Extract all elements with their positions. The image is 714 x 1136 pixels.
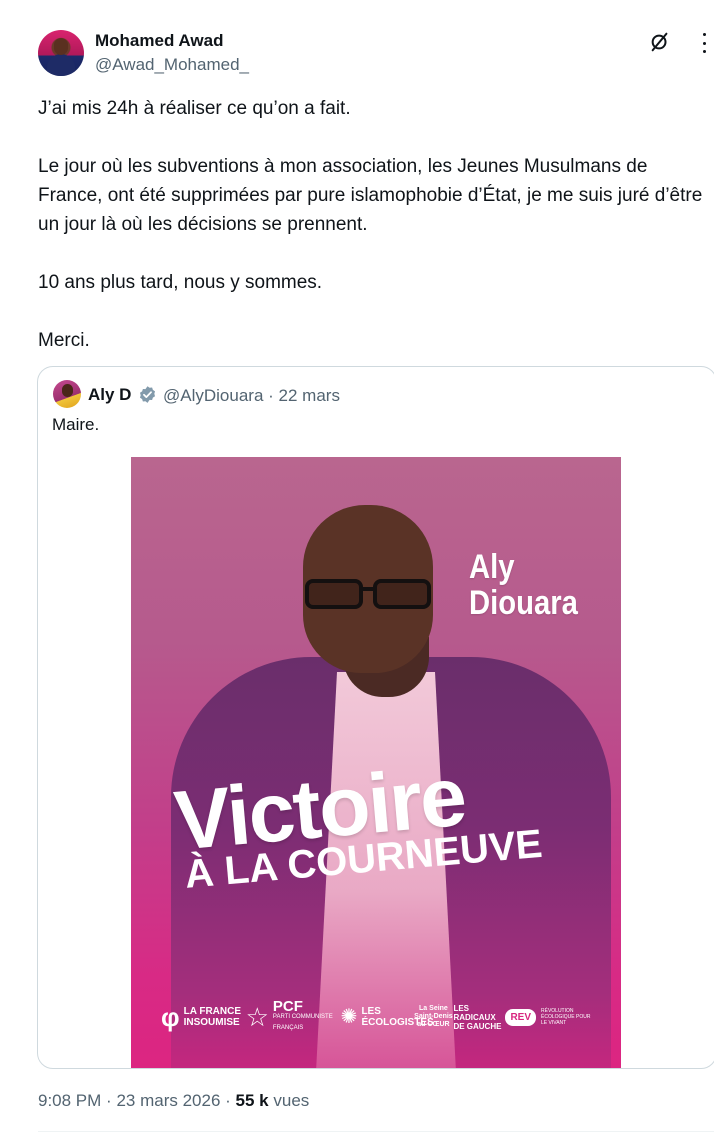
tweet-footer-meta: 9:08 PM · 23 mars 2026 · 55 k vues (38, 1091, 309, 1111)
tweet-text: J’ai mis 24h à réaliser ce qu’on a fait.… (38, 94, 708, 355)
post-time[interactable]: 9:08 PM (38, 1091, 101, 1110)
author-handle[interactable]: @Awad_Mohamed_ (95, 55, 249, 75)
verified-badge-icon (139, 386, 156, 403)
post-date[interactable]: 23 mars 2026 (116, 1091, 220, 1110)
views-count: 55 k (235, 1091, 269, 1110)
grok-icon[interactable] (649, 31, 671, 53)
logo-sublabel: RÉVOLUTION ÉCOLOGIQUE POUR LE VIVANT (541, 1008, 591, 1026)
star-icon: ☆ (245, 1002, 269, 1032)
author-avatar[interactable] (38, 30, 84, 76)
logo-label: LES ÉCOLOGISTES (361, 1006, 434, 1028)
author-name[interactable]: Mohamed Awad (95, 31, 223, 51)
sun-icon: ✺ (340, 1006, 358, 1028)
logo-pcf: ☆ PCF PARTI COMMUNISTE FRANÇAIS (245, 997, 341, 1034)
views-label: vues (273, 1091, 310, 1110)
phi-icon: φ (161, 1002, 180, 1032)
poster-party-logos: φ LA FRANCE INSOUMISE ☆ PCF PARTI COMMUN… (161, 992, 591, 1042)
logo-lfi: φ LA FRANCE INSOUMISE (161, 1004, 246, 1030)
logo-sublabel: PARTI COMMUNISTE FRANÇAIS (272, 1013, 333, 1031)
poster-glasses (305, 579, 431, 609)
quoted-tweet[interactable]: Aly D @AlyDiouara · 22 mars Maire. Aly D… (37, 366, 714, 1069)
quoted-author-avatar[interactable] (53, 380, 81, 408)
poster-name-line2: Diouara (469, 584, 578, 622)
logo-rev: REV RÉVOLUTION ÉCOLOGIQUE POUR LE VIVANT (505, 1008, 591, 1026)
divider (38, 1131, 714, 1132)
logo-label: REV (505, 1008, 536, 1026)
logo-label: LES RADICAUX DE GAUCHE (453, 1003, 502, 1031)
meta-separator: · (106, 1091, 112, 1110)
more-icon[interactable] (694, 32, 714, 54)
logo-label: LA FRANCE INSOUMISE (183, 1006, 242, 1028)
tweet-paragraph: Le jour où les subventions à mon associa… (38, 156, 703, 235)
logo-label: PCF (272, 997, 303, 1015)
quoted-author-meta: @AlyDiouara · 22 mars (163, 386, 340, 406)
poster-name-line1: Aly (469, 548, 515, 586)
tweet-paragraph: 10 ans plus tard, nous y sommes. (38, 272, 323, 293)
tweet-paragraph: J’ai mis 24h à réaliser ce qu’on a fait. (38, 98, 351, 119)
meta-separator: · (225, 1091, 231, 1110)
meta-separator: · (268, 386, 274, 405)
quoted-date[interactable]: 22 mars (279, 386, 340, 405)
tweet-paragraph: Merci. (38, 330, 90, 351)
logo-seine-saint-denis: La Seine Saint-Denis au CŒUR (413, 1005, 453, 1029)
campaign-poster-image[interactable]: Aly Diouara Victoire À LA COURNEUVE φ LA… (131, 457, 621, 1068)
quoted-text: Maire. (52, 415, 100, 434)
quoted-author-name[interactable]: Aly D (88, 385, 131, 405)
logo-label: La Seine Saint-Denis au CŒUR (414, 1005, 453, 1028)
tweet-header: Mohamed Awad @Awad_Mohamed_ (38, 30, 714, 80)
logo-ecologistes: ✺ LES ÉCOLOGISTES (340, 1004, 434, 1030)
logo-radicaux: LES RADICAUX DE GAUCHE (453, 1004, 505, 1031)
poster-candidate-name: Aly Diouara (469, 549, 578, 621)
quoted-author-handle[interactable]: @AlyDiouara (163, 386, 263, 405)
